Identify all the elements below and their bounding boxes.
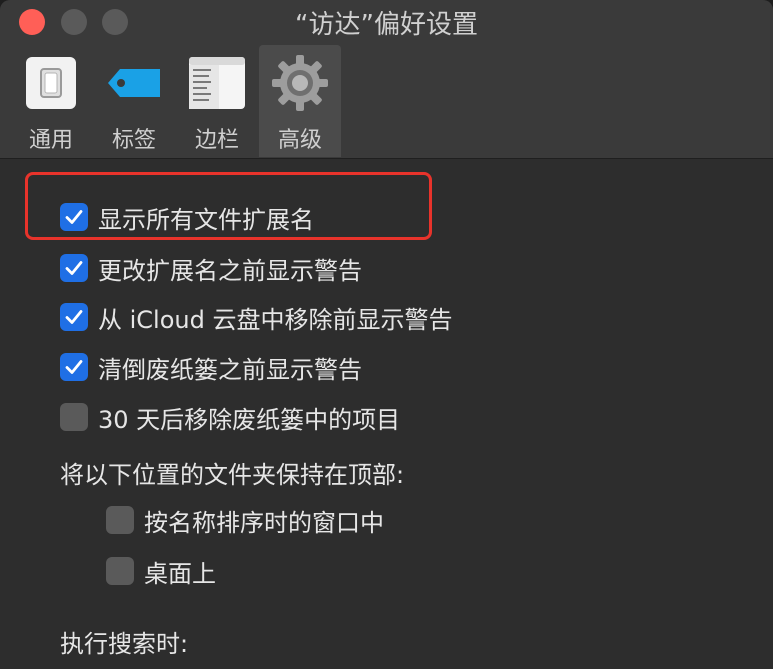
checkmark-icon <box>65 360 83 374</box>
option-folders-top-desktop[interactable]: 桌面上 <box>106 553 216 589</box>
folders-on-top-heading: 将以下位置的文件夹保持在顶部: <box>60 461 405 489</box>
checkbox-warn-empty-trash[interactable] <box>60 353 88 381</box>
checkmark-icon <box>65 310 83 324</box>
checkbox-remove-trash-30-days[interactable] <box>60 403 88 431</box>
option-warn-change-extension[interactable]: 更改扩展名之前显示警告 <box>60 250 362 286</box>
tab-sidebar-label: 边栏 <box>194 128 239 153</box>
tab-advanced-label: 高级 <box>277 128 322 153</box>
checkbox-show-all-extensions[interactable] <box>60 203 88 231</box>
tag-icon <box>108 69 160 97</box>
option-warn-icloud-remove[interactable]: 从 iCloud 云盘中移除前显示警告 <box>60 299 452 335</box>
tab-sidebar[interactable]: 边栏 <box>176 45 258 157</box>
tab-advanced[interactable]: 高级 <box>259 45 341 157</box>
tab-general[interactable]: 通用 <box>10 45 92 157</box>
tab-tags[interactable]: 标签 <box>93 45 175 157</box>
option-label: 显示所有文件扩展名 <box>98 205 314 234</box>
option-label: 清倒废纸篓之前显示警告 <box>98 355 362 384</box>
finder-preferences-window: “访达”偏好设置 通用 标签 边栏 高级 显示所有文件扩展名 更改扩展名之前显示… <box>0 0 773 669</box>
gear-icon <box>272 55 328 111</box>
option-warn-empty-trash[interactable]: 清倒废纸篓之前显示警告 <box>60 349 362 385</box>
option-label: 30 天后移除废纸篓中的项目 <box>98 405 401 434</box>
option-show-all-extensions[interactable]: 显示所有文件扩展名 <box>60 199 314 235</box>
option-label: 更改扩展名之前显示警告 <box>98 256 362 285</box>
option-remove-trash-30-days[interactable]: 30 天后移除废纸篓中的项目 <box>60 399 400 435</box>
option-label: 从 iCloud 云盘中移除前显示警告 <box>98 305 453 334</box>
checkbox-folders-top-desktop[interactable] <box>106 557 134 585</box>
toolbar: “访达”偏好设置 通用 标签 边栏 高级 <box>0 0 773 159</box>
option-folders-top-windows[interactable]: 按名称排序时的窗口中 <box>106 502 384 538</box>
option-label: 桌面上 <box>144 559 216 588</box>
checkbox-warn-icloud-remove[interactable] <box>60 303 88 331</box>
checkbox-folders-top-windows[interactable] <box>106 506 134 534</box>
checkmark-icon <box>65 210 83 224</box>
tab-tags-label: 标签 <box>111 128 156 153</box>
sidebar-icon <box>189 57 245 109</box>
checkmark-icon <box>65 261 83 275</box>
search-heading: 执行搜索时: <box>60 630 189 658</box>
general-switch-icon <box>26 57 76 109</box>
tab-general-label: 通用 <box>28 128 73 153</box>
checkbox-warn-change-extension[interactable] <box>60 254 88 282</box>
window-title: “访达”偏好设置 <box>295 10 478 40</box>
option-label: 按名称排序时的窗口中 <box>144 508 384 537</box>
